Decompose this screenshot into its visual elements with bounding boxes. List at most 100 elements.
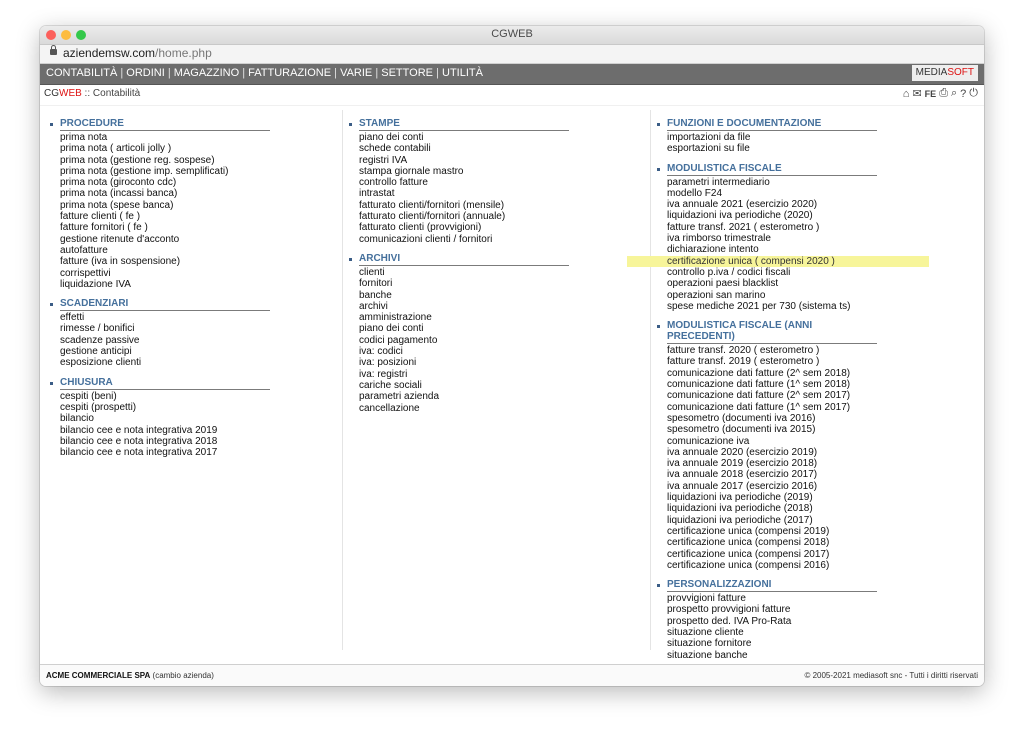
menu-link[interactable]: cariche sociali [359, 380, 647, 391]
menu-link[interactable]: fatturato clienti/fornitori (annuale) [359, 211, 647, 222]
menu-link[interactable]: corrispettivi [60, 268, 338, 279]
menu-link[interactable]: iva: posizioni [359, 357, 647, 368]
menu-item[interactable]: MAGAZZINO [174, 67, 239, 79]
menu-link[interactable]: stampa giornale mastro [359, 166, 647, 177]
menu-link[interactable]: bilancio cee e nota integrativa 2018 [60, 436, 338, 447]
menu-link[interactable]: fatture fornitori ( fe ) [60, 222, 338, 233]
menu-link[interactable]: comunicazione dati fatture (2^ sem 2017) [667, 390, 975, 401]
menu-link[interactable]: scadenze passive [60, 335, 338, 346]
menu-link[interactable]: iva annuale 2021 (esercizio 2020) [667, 199, 975, 210]
menu-link[interactable]: fatture (iva in sospensione) [60, 256, 338, 267]
menu-item[interactable]: FATTURAZIONE [248, 67, 331, 79]
change-company-link[interactable]: (cambio azienda) [153, 671, 214, 680]
menu-link[interactable]: iva annuale 2019 (esercizio 2018) [667, 458, 975, 469]
menu-link[interactable]: certificazione unica (compensi 2016) [667, 560, 975, 571]
address-bar[interactable]: aziendemsw.com/home.php [40, 45, 984, 64]
menu-link[interactable]: rimesse / bonifici [60, 323, 338, 334]
menu-item[interactable]: SETTORE [381, 67, 433, 79]
menu-link[interactable]: importazioni da file [667, 132, 975, 143]
menu-link[interactable]: spese mediche 2021 per 730 (sistema ts) [667, 301, 975, 312]
search-icon[interactable]: ⌕ [951, 87, 957, 100]
menu-link[interactable]: fatture clienti ( fe ) [60, 211, 338, 222]
menu-item[interactable]: UTILITÀ [442, 67, 483, 79]
menu-link[interactable]: fatturato clienti (provvigioni) [359, 222, 647, 233]
menu-link[interactable]: banche [359, 290, 647, 301]
menu-link[interactable]: iva: registri [359, 369, 647, 380]
menu-link[interactable]: comunicazione dati fatture (1^ sem 2017) [667, 402, 975, 413]
menu-link[interactable]: fatture transf. 2021 ( esterometro ) [667, 222, 975, 233]
menu-link[interactable]: iva annuale 2017 (esercizio 2016) [667, 481, 975, 492]
menu-link[interactable]: intrastat [359, 188, 647, 199]
menu-link[interactable]: effetti [60, 312, 338, 323]
menu-link[interactable]: prima nota (gestione imp. semplificati) [60, 166, 338, 177]
menu-link[interactable]: liquidazioni iva periodiche (2018) [667, 503, 975, 514]
mail-icon[interactable]: ✉ [912, 87, 921, 100]
menu-link[interactable]: amministrazione [359, 312, 647, 323]
menu-link[interactable]: piano dei conti [359, 132, 647, 143]
menu-link[interactable]: situazione fornitore [667, 638, 975, 649]
menu-link[interactable]: liquidazione IVA [60, 279, 338, 290]
menu-link[interactable]: bilancio cee e nota integrativa 2017 [60, 447, 338, 458]
menu-link[interactable]: prima nota (gestione reg. sospese) [60, 155, 338, 166]
menu-link[interactable]: esportazioni su file [667, 143, 975, 154]
menu-link[interactable]: situazione banche [667, 650, 975, 661]
menu-item[interactable]: CONTABILITÀ [46, 67, 117, 79]
home-icon[interactable]: ⌂ [903, 88, 910, 100]
menu-link[interactable]: prospetto ded. IVA Pro-Rata [667, 616, 975, 627]
menu-link[interactable]: spesometro (documenti iva 2015) [667, 424, 975, 435]
menu-link[interactable]: modello F24 [667, 188, 975, 199]
menu-link[interactable]: autofatture [60, 245, 338, 256]
menu-link[interactable]: dichiarazione intento [667, 244, 975, 255]
menu-link[interactable]: parametri azienda [359, 391, 647, 402]
menu-link[interactable]: fatture transf. 2020 ( esterometro ) [667, 345, 975, 356]
menu-link[interactable]: comunicazione iva [667, 436, 975, 447]
menu-link[interactable]: prima nota ( articoli jolly ) [60, 143, 338, 154]
menu-link[interactable]: operazioni san marino [667, 290, 975, 301]
menu-link[interactable]: esposizione clienti [60, 357, 338, 368]
menu-link[interactable]: parametri intermediario [667, 177, 975, 188]
menu-link[interactable]: gestione anticipi [60, 346, 338, 357]
menu-link[interactable]: bilancio [60, 413, 338, 424]
power-icon[interactable]: ⏻ [969, 87, 978, 100]
menu-link[interactable]: certificazione unica (compensi 2018) [667, 537, 975, 548]
menu-item[interactable]: ORDINI [126, 67, 165, 79]
menu-link[interactable]: prospetto provvigioni fatture [667, 604, 975, 615]
menu-link[interactable]: fornitori [359, 278, 647, 289]
menu-link[interactable]: piano dei conti [359, 323, 647, 334]
menu-link[interactable]: controllo fatture [359, 177, 647, 188]
menu-link[interactable]: prima nota (spese banca) [60, 200, 338, 211]
menu-link[interactable]: fatturato clienti/fornitori (mensile) [359, 200, 647, 211]
fe-button[interactable]: FE [925, 89, 937, 99]
menu-link[interactable]: iva: codici [359, 346, 647, 357]
menu-link[interactable]: archivi [359, 301, 647, 312]
print-icon[interactable]: ⎙ [939, 87, 948, 100]
menu-link[interactable]: comunicazione dati fatture (2^ sem 2018) [667, 368, 975, 379]
menu-link[interactable]: comunicazioni clienti / fornitori [359, 234, 647, 245]
menu-link[interactable]: cancellazione [359, 403, 647, 414]
menu-link[interactable]: iva annuale 2020 (esercizio 2019) [667, 447, 975, 458]
menu-link[interactable]: comunicazione dati fatture (1^ sem 2018) [667, 379, 975, 390]
menu-link[interactable]: controllo p.iva / codici fiscali [667, 267, 975, 278]
menu-link[interactable]: registri IVA [359, 155, 647, 166]
menu-link[interactable]: iva annuale 2018 (esercizio 2017) [667, 469, 975, 480]
menu-link[interactable]: cespiti (prospetti) [60, 402, 338, 413]
menu-link[interactable]: gestione ritenute d'acconto [60, 234, 338, 245]
menu-link[interactable]: prima nota (incassi banca) [60, 188, 338, 199]
menu-link[interactable]: operazioni paesi blacklist [667, 278, 975, 289]
menu-link[interactable]: certificazione unica ( compensi 2020 ) [627, 255, 929, 267]
menu-link[interactable]: liquidazioni iva periodiche (2019) [667, 492, 975, 503]
menu-link[interactable]: certificazione unica (compensi 2019) [667, 526, 975, 537]
menu-link[interactable]: liquidazioni iva periodiche (2017) [667, 515, 975, 526]
menu-link[interactable]: certificazione unica (compensi 2017) [667, 549, 975, 560]
menu-link[interactable]: spesometro (documenti iva 2016) [667, 413, 975, 424]
menu-link[interactable]: situazione cliente [667, 627, 975, 638]
menu-link[interactable]: schede contabili [359, 143, 647, 154]
url-text[interactable]: aziendemsw.com/home.php [63, 46, 212, 60]
menu-link[interactable]: liquidazioni iva periodiche (2020) [667, 210, 975, 221]
menu-link[interactable]: codici pagamento [359, 335, 647, 346]
menu-link[interactable]: fatture transf. 2019 ( esterometro ) [667, 356, 975, 367]
menu-link[interactable]: provvigioni fatture [667, 593, 975, 604]
menu-link[interactable]: cespiti (beni) [60, 391, 338, 402]
menu-link[interactable]: bilancio cee e nota integrativa 2019 [60, 425, 338, 436]
menu-link[interactable]: prima nota [60, 132, 338, 143]
